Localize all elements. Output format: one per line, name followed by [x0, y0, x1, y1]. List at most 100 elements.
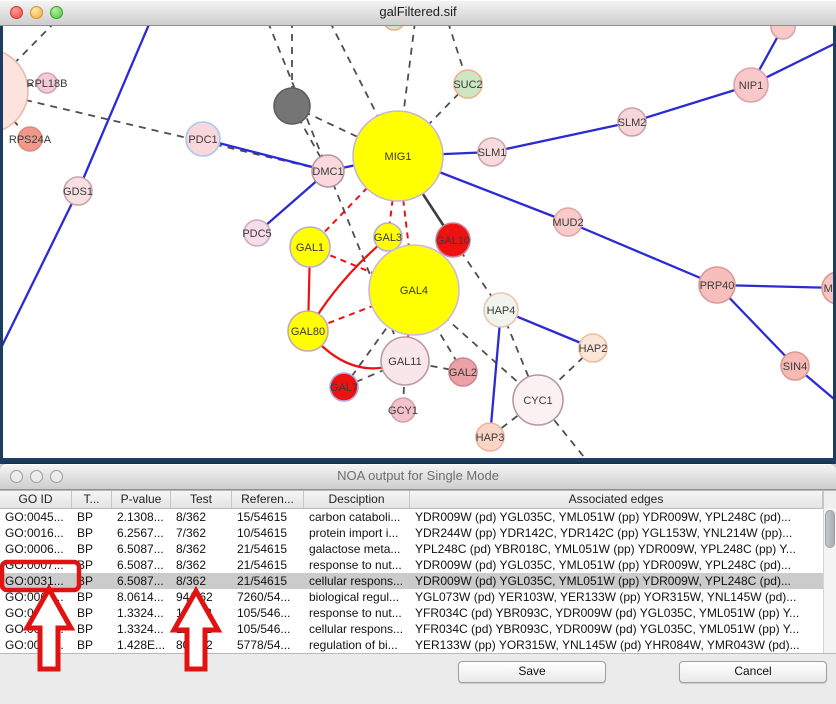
graph-node-pink-top[interactable]	[771, 26, 795, 39]
table-cell: 8/362	[171, 557, 232, 573]
table-cell: 80/362	[171, 637, 232, 653]
table-cell: biological regul...	[304, 589, 410, 605]
table-cell: BP	[72, 525, 112, 541]
table-cell: 5778/54...	[232, 637, 304, 653]
table-cell: 11/362	[171, 621, 232, 637]
table-row[interactable]: GO:0006...BP6.5087...8/36221/54615galact…	[0, 541, 836, 557]
table-cell: 2.1308...	[112, 509, 171, 525]
table-row[interactable]: GO:0007...BP6.5087...8/36221/54615respon…	[0, 557, 836, 573]
table-row[interactable]: GO:0065...BP8.0614...94/3627260/54...bio…	[0, 589, 836, 605]
table-cell: GO:0006...	[0, 541, 72, 557]
table-cell: 105/546...	[232, 605, 304, 621]
graph-node-big-left[interactable]	[3, 49, 28, 133]
cancel-button[interactable]: Cancel	[679, 661, 827, 683]
table-cell: YDR009W (pd) YGL035C, YML051W (pp) YDR00…	[410, 573, 823, 589]
column-header-5[interactable]: Desciption	[304, 491, 410, 508]
graph-node-label: GDS1	[63, 186, 93, 198]
table-row[interactable]: GO:0031...BP1.3324...11/362105/546...cel…	[0, 621, 836, 637]
column-header-4[interactable]: Referen...	[232, 491, 304, 508]
noa-output-window: NOA output for Single Mode GO IDT...P-va…	[0, 464, 836, 704]
table-cell: 7/362	[171, 525, 232, 541]
table-row[interactable]: GO:0031...BP1.3324...11/362105/546...res…	[0, 605, 836, 621]
table-cell: GO:0031...	[0, 621, 72, 637]
graph-node-label: CYC1	[523, 395, 552, 407]
column-header-6[interactable]: Associated edges	[410, 491, 823, 508]
graph-node-label: MSL1	[824, 283, 833, 295]
table-cell: YFR034C (pd) YBR093C, YDR009W (pd) YGL03…	[410, 621, 823, 637]
graph-node-label: DMC1	[312, 166, 343, 178]
graph-node-dark-node[interactable]	[274, 88, 310, 124]
table-cell: 15/54615	[232, 509, 304, 525]
table-cell: GO:0031...	[0, 605, 72, 621]
table-cell: 6.5087...	[112, 541, 171, 557]
graph-edge-blue	[492, 122, 632, 152]
graph-edge-blue	[203, 139, 328, 171]
graph-node-label: GAL3	[374, 232, 402, 244]
table-cell: BP	[72, 621, 112, 637]
table-cell: response to nut...	[304, 605, 410, 621]
network-window: galFiltered.sif RPL18BRPS24AGDS1PDC1MIG1…	[0, 0, 836, 464]
graph-node-label: GAL80	[291, 326, 325, 338]
graph-node-label: SUC2	[453, 79, 482, 91]
table-row[interactable]: GO:0031...BP6.5087...8/36221/54615cellul…	[0, 573, 836, 589]
network-view-frame: RPL18BRPS24AGDS1PDC1MIG1SUC2SLM1DMC1PDC5…	[0, 26, 836, 464]
table-cell: 7260/54...	[232, 589, 304, 605]
column-header-2[interactable]: P-value	[112, 491, 171, 508]
table-cell: YDR009W (pd) YGL035C, YML051W (pp) YDR00…	[410, 509, 823, 525]
table-cell: 6.2567...	[112, 525, 171, 541]
table-cell: 21/54615	[232, 573, 304, 589]
vertical-scrollbar[interactable]	[823, 508, 836, 653]
table-cell: carbon cataboli...	[304, 509, 410, 525]
table-cell: 21/54615	[232, 541, 304, 557]
table-cell: protein import i...	[304, 525, 410, 541]
graph-node-label: RPL18B	[27, 78, 68, 90]
table-cell: galactose meta...	[304, 541, 410, 557]
table-cell: 1.3324...	[112, 621, 171, 637]
graph-edge-blue	[490, 310, 501, 437]
graph-node-label: GAL7	[330, 382, 358, 394]
table-cell: 21/54615	[232, 557, 304, 573]
table-cell: 8/362	[171, 509, 232, 525]
graph-node-label: GAL11	[388, 356, 421, 368]
table-cell: 10/54615	[232, 525, 304, 541]
window-title: NOA output for Single Mode	[0, 468, 836, 483]
table-cell: 8/362	[171, 541, 232, 557]
table-cell: BP	[72, 557, 112, 573]
table-cell: GO:0016...	[0, 525, 72, 541]
graph-node-label: GAL4	[400, 285, 428, 297]
table-row[interactable]: GO:0045...BP2.1308...8/36215/54615carbon…	[0, 509, 836, 525]
column-header-0[interactable]: GO ID	[0, 491, 72, 508]
scrollbar-thumb[interactable]	[825, 510, 835, 548]
graph-node-label: GCY1	[388, 405, 418, 417]
network-window-titlebar[interactable]: galFiltered.sif	[0, 0, 836, 26]
table-cell: response to nut...	[304, 557, 410, 573]
table-cell: YDR244W (pp) YDR142C, YDR142C (pp) YGL15…	[410, 525, 823, 541]
noa-window-titlebar[interactable]: NOA output for Single Mode	[0, 464, 836, 490]
table-header-row: GO IDT...P-valueTestReferen...Desciption…	[0, 491, 836, 509]
table-row[interactable]: GO:0016...BP6.2567...7/36210/54615protei…	[0, 525, 836, 541]
graph-node-label: HAP3	[476, 432, 505, 444]
graph-node-green-top[interactable]	[383, 26, 405, 30]
graph-edge-blue	[568, 222, 717, 285]
graph-edge-blue	[3, 191, 78, 350]
save-button[interactable]: Save	[458, 661, 606, 683]
table-cell: YER133W (pp) YOR315W, YNL145W (pd) YHR08…	[410, 637, 823, 653]
table-cell: YGL073W (pd) YER103W, YER133W (pp) YOR31…	[410, 589, 823, 605]
column-header-1[interactable]: T...	[72, 491, 112, 508]
table-cell: GO:0065...	[0, 589, 72, 605]
graph-node-label: MUD2	[552, 217, 583, 229]
graph-node-label: HAP2	[579, 343, 608, 355]
table-cell: 1.428E...	[112, 637, 171, 653]
column-header-3[interactable]: Test	[171, 491, 232, 508]
network-canvas[interactable]: RPL18BRPS24AGDS1PDC1MIG1SUC2SLM1DMC1PDC5…	[3, 26, 833, 458]
table-row[interactable]: GO:0050...BP1.428E...80/3625778/54...reg…	[0, 637, 836, 653]
graph-edge-blue	[632, 85, 751, 122]
table-cell: BP	[72, 605, 112, 621]
table-cell: 11/362	[171, 605, 232, 621]
graph-node-label: HAP4	[487, 305, 516, 317]
window-title: galFiltered.sif	[0, 4, 836, 19]
graph-node-label: PRP40	[700, 280, 735, 292]
graph-node-label: MIG1	[385, 151, 412, 163]
graph-node-label: PDC1	[188, 134, 217, 146]
table-cell: YFR034C (pd) YBR093C, YDR009W (pd) YGL03…	[410, 605, 823, 621]
